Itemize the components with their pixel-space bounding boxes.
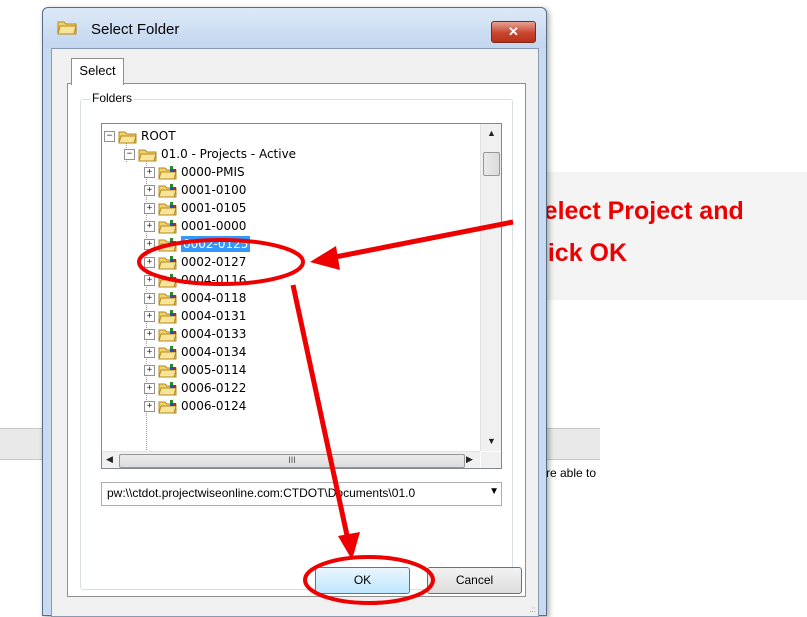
expand-icon[interactable]: + — [144, 185, 155, 196]
expand-icon[interactable]: + — [144, 239, 155, 250]
tree-node-label: 0001-0105 — [181, 201, 247, 215]
tree-node-project[interactable]: +0000-PMIS — [144, 163, 245, 181]
expand-icon[interactable]: + — [144, 347, 155, 358]
tree-node-project[interactable]: +0001-0100 — [144, 181, 246, 199]
expand-icon[interactable]: + — [144, 329, 155, 340]
title-bar[interactable]: Select Folder ✕ — [43, 8, 546, 48]
dialog-title: Select Folder — [91, 21, 180, 38]
tree-node-label: 0005-0114 — [181, 363, 247, 377]
horizontal-scrollbar[interactable]: ◀ III ▶ — [102, 451, 480, 468]
tree-node-label: 0006-0122 — [181, 381, 247, 395]
project-folder-icon — [158, 399, 177, 413]
expand-icon[interactable]: + — [144, 383, 155, 394]
tree-node-project[interactable]: +0004-0116 — [144, 271, 246, 289]
tree-node-root[interactable]: − ROOT — [104, 127, 176, 145]
tree-node-label: 0001-0100 — [181, 183, 247, 197]
scroll-corner — [481, 452, 501, 468]
tree-node-label: 0004-0133 — [181, 327, 247, 341]
tree-node-label: 0004-0131 — [181, 309, 247, 323]
expand-icon[interactable]: + — [144, 203, 155, 214]
expand-icon[interactable]: + — [144, 167, 155, 178]
tree-node-project[interactable]: +0004-0118 — [144, 289, 246, 307]
project-folder-icon — [158, 273, 177, 287]
folders-group-label: Folders — [90, 91, 135, 105]
tab-select[interactable]: Select — [71, 58, 124, 85]
collapse-icon[interactable]: − — [104, 131, 115, 142]
tree-node-project[interactable]: +0006-0124 — [144, 397, 246, 415]
project-folder-icon — [158, 309, 177, 323]
project-folder-icon — [158, 183, 177, 197]
tree-node-project[interactable]: +0004-0134 — [144, 343, 246, 361]
folder-tree[interactable]: − ROOT −01.0 - Projects - Active +0000-PM… — [101, 123, 502, 469]
expand-icon[interactable]: + — [144, 293, 155, 304]
close-button[interactable]: ✕ — [491, 21, 536, 43]
callout-text: Select Project and click OK — [527, 197, 744, 267]
folder-tree-viewport: − ROOT −01.0 - Projects - Active +0000-PM… — [102, 124, 480, 451]
folders-group: Folders − ROOT −01.0 - Projects - Active … — [80, 91, 513, 590]
scroll-right-icon[interactable]: ▶ — [466, 454, 473, 465]
tree-node-project[interactable]: +0005-0114 — [144, 361, 246, 379]
tree-node-project[interactable]: +0006-0122 — [144, 379, 246, 397]
tree-node-label: 01.0 - Projects - Active — [161, 147, 297, 161]
project-folder-icon — [158, 363, 177, 377]
folder-icon — [57, 21, 77, 35]
scroll-down-icon[interactable]: ▼ — [487, 436, 496, 446]
tree-node-label: 0006-0124 — [181, 399, 247, 413]
tree-node-label: ROOT — [141, 129, 176, 143]
tree-node-project[interactable]: +0002-0127 — [144, 253, 246, 271]
tree-node-label: 0004-0118 — [181, 291, 247, 305]
tree-node-project[interactable]: +0002-0125 — [144, 235, 251, 253]
scroll-left-icon[interactable]: ◀ — [106, 454, 113, 465]
project-folder-icon — [158, 327, 177, 341]
project-folder-icon — [158, 381, 177, 395]
vertical-scrollbar[interactable]: ▲ ▼ — [480, 124, 501, 451]
tab-panel: Folders − ROOT −01.0 - Projects - Active … — [67, 83, 526, 597]
collapse-icon[interactable]: − — [124, 149, 135, 160]
vertical-scroll-thumb[interactable] — [483, 152, 500, 176]
close-icon: ✕ — [508, 24, 519, 39]
cancel-button[interactable]: Cancel — [427, 567, 522, 594]
tree-node-project[interactable]: +0001-0105 — [144, 199, 246, 217]
path-value: pw:\\ctdot.projectwiseonline.com:CTDOT\D… — [107, 486, 416, 500]
expand-icon[interactable]: + — [144, 365, 155, 376]
project-folder-icon — [158, 165, 177, 179]
tree-node-label: 0002-0127 — [181, 255, 247, 269]
select-folder-dialog: Select Folder ✕ Select Folders − ROOT −01… — [42, 7, 547, 617]
dropdown-arrow-icon[interactable]: ▼ — [489, 486, 499, 497]
dialog-client-area: Select Folders − ROOT −01.0 - Projects - … — [51, 48, 539, 617]
expand-icon[interactable]: + — [144, 401, 155, 412]
expand-icon[interactable]: + — [144, 257, 155, 268]
expand-icon[interactable]: + — [144, 275, 155, 286]
project-folder-icon — [158, 255, 177, 269]
path-combobox[interactable]: pw:\\ctdot.projectwiseonline.com:CTDOT\D… — [101, 482, 502, 506]
project-folder-icon — [158, 291, 177, 305]
background-text: re able to — [546, 466, 597, 480]
tree-node-label: 0004-0116 — [181, 273, 247, 287]
tree-node-project[interactable]: +0004-0131 — [144, 307, 246, 325]
tree-node-label: 0002-0125 — [181, 236, 251, 252]
ok-button[interactable]: OK — [315, 567, 410, 594]
tree-node-label: 0000-PMIS — [181, 165, 245, 179]
horizontal-scroll-thumb[interactable]: III — [119, 454, 465, 468]
size-grip-icon[interactable]: .:: — [529, 605, 536, 614]
expand-icon[interactable]: + — [144, 311, 155, 322]
tree-node-label: 0001-0000 — [181, 219, 247, 233]
project-folder-icon — [158, 201, 177, 215]
tree-node-project[interactable]: +0004-0133 — [144, 325, 246, 343]
scroll-up-icon[interactable]: ▲ — [487, 128, 496, 138]
tree-node-project[interactable]: +0001-0000 — [144, 217, 246, 235]
open-folder-icon — [138, 149, 157, 161]
project-folder-icon — [158, 345, 177, 359]
expand-icon[interactable]: + — [144, 221, 155, 232]
open-folder-icon — [118, 131, 137, 143]
project-folder-icon — [158, 219, 177, 233]
tree-node-label: 0004-0134 — [181, 345, 247, 359]
grip-icon: III — [288, 455, 296, 465]
tree-node-projects-active[interactable]: − 01.0 - Projects - Active — [124, 145, 296, 163]
project-folder-icon — [158, 237, 177, 251]
